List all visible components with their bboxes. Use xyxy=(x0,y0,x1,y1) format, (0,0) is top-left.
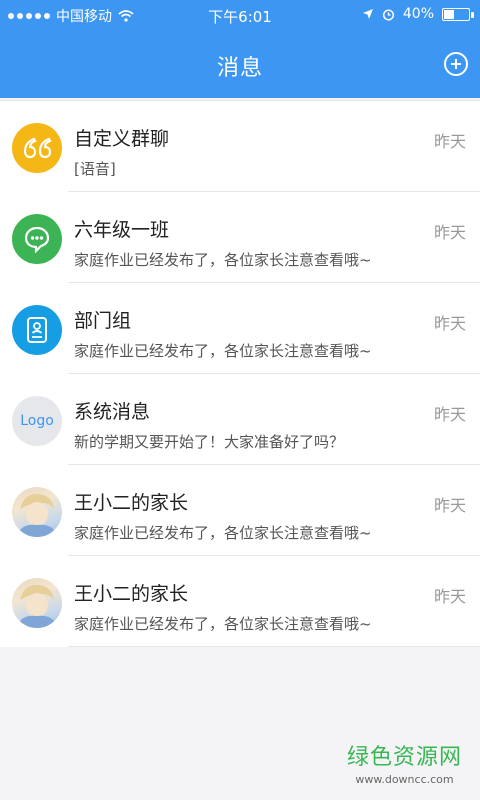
conversation-item[interactable]: Logo 系统消息 新的学期又要开始了！大家准备好了吗？ 昨天 xyxy=(0,374,480,465)
conversation-name: 系统消息 xyxy=(74,401,151,423)
conversation-preview: 家庭作业已经发布了，各位家长注意查看哦~ xyxy=(74,524,372,542)
watermark-title: 绿色资源网 xyxy=(346,745,462,770)
conversation-item[interactable]: 六年级一班 家庭作业已经发布了，各位家长注意查看哦~ 昨天 xyxy=(0,192,480,283)
conversation-preview: [语音] xyxy=(74,160,116,178)
conversation-name: 部门组 xyxy=(74,310,132,332)
conversation-time: 昨天 xyxy=(433,587,466,606)
conversation-preview: 家庭作业已经发布了，各位家长注意查看哦~ xyxy=(74,342,372,360)
battery-fill xyxy=(444,9,455,19)
divider xyxy=(68,646,480,647)
conversation-time: 昨天 xyxy=(433,223,466,242)
conversation-item[interactable]: 王小二的家长 家庭作业已经发布了，各位家长注意查看哦~ 昨天 xyxy=(0,465,480,556)
alarm-icon xyxy=(382,8,394,21)
conversation-name: 自定义群聊 xyxy=(74,128,170,150)
user-photo-avatar xyxy=(12,578,62,628)
user-photo-avatar xyxy=(12,487,62,537)
conversation-list: 自定义群聊 [语音] 昨天 六年级一班 家庭作业已经发布了，各位家长注意查看哦~… xyxy=(0,100,480,647)
conversation-name: 王小二的家长 xyxy=(74,583,189,605)
status-right: 40% xyxy=(362,6,474,22)
logo-text: Logo xyxy=(20,413,54,429)
battery-text: 40% xyxy=(402,6,434,22)
conversation-time: 昨天 xyxy=(433,314,466,333)
top-bar: 中国移动 下午6:01 40% 消息 xyxy=(0,0,480,98)
conversation-time: 昨天 xyxy=(433,132,466,151)
battery-icon xyxy=(442,7,474,21)
logo-avatar: Logo xyxy=(12,396,62,446)
conversation-item[interactable]: 部门组 家庭作业已经发布了，各位家长注意查看哦~ 昨天 xyxy=(0,283,480,374)
add-icon[interactable] xyxy=(444,52,468,76)
id-card-icon xyxy=(12,305,62,355)
conversation-name: 王小二的家长 xyxy=(74,492,189,514)
conversation-preview: 新的学期又要开始了！大家准备好了吗？ xyxy=(74,433,345,451)
conversation-preview: 家庭作业已经发布了，各位家长注意查看哦~ xyxy=(74,251,372,269)
conversation-time: 昨天 xyxy=(433,496,466,515)
conversation-name: 六年级一班 xyxy=(74,219,170,241)
page-title: 消息 xyxy=(216,56,263,81)
watermark: 绿色资源网 www.downcc.com xyxy=(347,739,462,786)
status-bar: 中国移动 下午6:01 40% xyxy=(0,0,480,30)
location-icon xyxy=(362,9,373,19)
conversation-time: 昨天 xyxy=(433,405,466,424)
quote-icon xyxy=(12,123,62,173)
watermark-url: www.downcc.com xyxy=(355,773,454,786)
conversation-item[interactable]: 王小二的家长 家庭作业已经发布了，各位家长注意查看哦~ 昨天 xyxy=(0,556,480,647)
conversation-item[interactable]: 自定义群聊 [语音] 昨天 xyxy=(0,101,480,192)
chat-bubble-icon xyxy=(12,214,62,264)
conversation-preview: 家庭作业已经发布了，各位家长注意查看哦~ xyxy=(74,615,372,633)
